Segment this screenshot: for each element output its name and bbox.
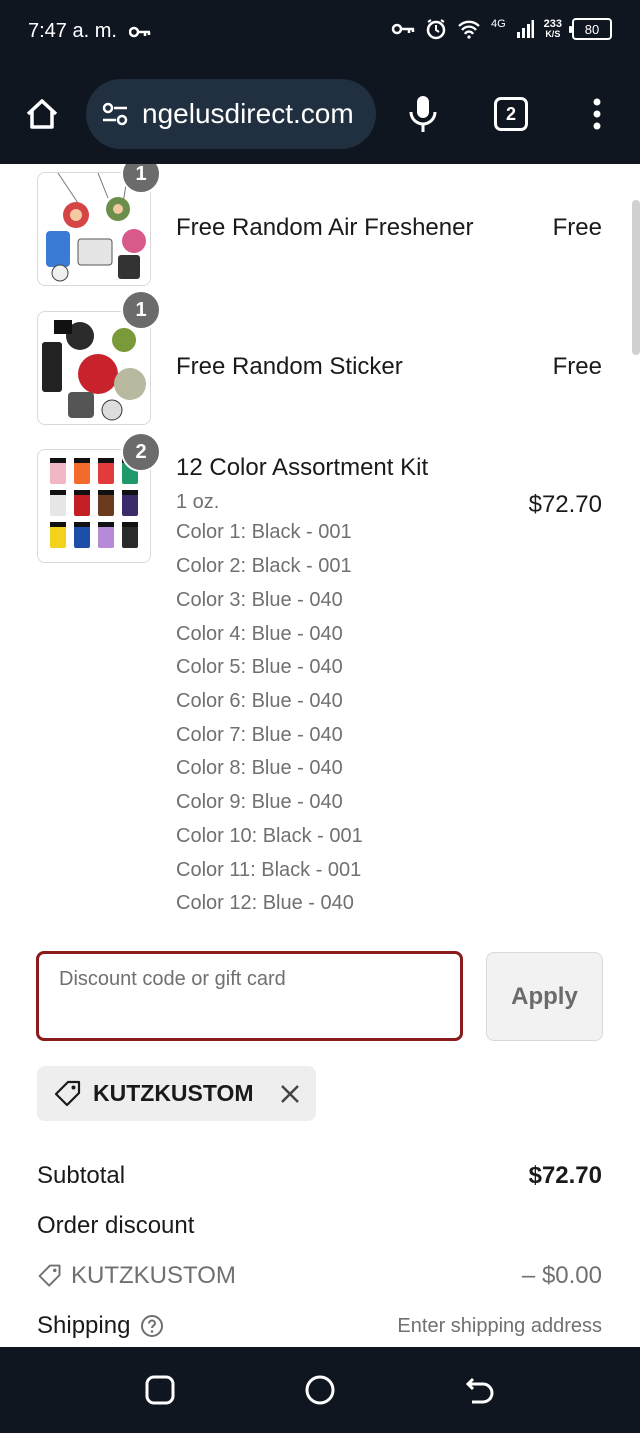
- quantity-badge: 1: [121, 290, 161, 330]
- item-size: 1 oz.: [176, 491, 220, 513]
- subtotal-value: $72.70: [528, 1162, 602, 1189]
- item-option: Color 1: Black - 001: [176, 521, 352, 543]
- shipping-row: Shipping: [37, 1312, 164, 1340]
- status-icons: 4G 233 K/S 80: [391, 18, 612, 40]
- subtotal-label: Subtotal: [37, 1162, 126, 1189]
- item-title: Free Random Air Freshener: [176, 214, 474, 241]
- scrollbar[interactable]: [632, 200, 640, 355]
- order-discount-label: Order discount: [37, 1212, 195, 1239]
- site-settings-icon[interactable]: [100, 99, 130, 129]
- tab-count: 2: [505, 103, 516, 124]
- back-icon[interactable]: [463, 1373, 497, 1407]
- quantity-value: 1: [135, 164, 147, 185]
- item-option: Color 6: Blue - 040: [176, 690, 343, 712]
- item-option: Color 4: Blue - 040: [176, 623, 343, 645]
- discount-code-row: KUTZKUSTOM: [37, 1262, 236, 1290]
- item-option: Color 3: Blue - 040: [176, 589, 343, 611]
- url-text[interactable]: ngelusdirect.com: [142, 98, 354, 130]
- item-title: 12 Color Assortment Kit: [176, 454, 429, 481]
- home-nav-icon[interactable]: [303, 1373, 337, 1407]
- item-price: Free: [552, 214, 602, 241]
- net-speed: 233 K/S: [543, 18, 562, 40]
- vpn-key-icon: [391, 23, 415, 35]
- network-type: 4G: [490, 18, 506, 30]
- item-title: Free Random Sticker: [176, 353, 403, 380]
- address-bar[interactable]: ngelusdirect.com: [86, 79, 376, 149]
- applied-code-label: KUTZKUSTOM: [93, 1080, 254, 1106]
- home-icon[interactable]: [22, 94, 62, 134]
- quantity-value: 1: [135, 298, 147, 321]
- net-speed-value: 233: [543, 18, 562, 30]
- net-speed-unit: K/S: [545, 29, 561, 39]
- discount-value: – $0.00: [521, 1262, 602, 1289]
- item-option: Color 10: Black - 001: [176, 825, 363, 847]
- apply-button[interactable]: Apply: [486, 952, 603, 1041]
- tag-icon: [54, 1080, 81, 1106]
- wifi-icon: [458, 20, 480, 39]
- item-option: Color 11: Black - 001: [176, 859, 362, 881]
- tag-icon: [38, 1264, 61, 1287]
- quantity-badge: 2: [121, 432, 161, 472]
- browser-toolbar: ngelusdirect.com 2: [0, 64, 640, 164]
- alarm-icon: [426, 19, 446, 40]
- item-price: Free: [552, 353, 602, 380]
- item-price: $72.70: [528, 491, 602, 518]
- signal-icon: [516, 20, 534, 38]
- item-option: Color 8: Blue - 040: [176, 757, 343, 779]
- apply-label: Apply: [511, 982, 578, 1010]
- status-time: 7:47 a. m.: [28, 20, 117, 42]
- status-bar: 7:47 a. m. 4G 233 K/S 80: [0, 0, 640, 64]
- overflow-menu-icon[interactable]: [585, 94, 609, 134]
- battery-level: 80: [584, 21, 600, 37]
- item-option: Color 12: Blue - 040: [176, 892, 354, 914]
- shipping-value: Enter shipping address: [397, 1315, 602, 1337]
- system-navigation-bar: [0, 1347, 640, 1433]
- remove-code-icon[interactable]: [278, 1082, 302, 1106]
- item-option: Color 7: Blue - 040: [176, 724, 343, 746]
- recents-icon[interactable]: [143, 1373, 177, 1407]
- discount-code-label: KUTZKUSTOM: [71, 1262, 236, 1289]
- key-icon: [128, 26, 151, 37]
- status-time-group: 7:47 a. m.: [28, 20, 151, 43]
- applied-code-chip: KUTZKUSTOM: [37, 1066, 316, 1121]
- help-icon[interactable]: [140, 1314, 164, 1338]
- battery-icon: 80: [569, 18, 612, 40]
- item-option: Color 9: Blue - 040: [176, 791, 343, 813]
- item-option: Color 2: Black - 001: [176, 555, 352, 577]
- checkout-page[interactable]: 1 Free Random Air Freshener Free 1 Free …: [0, 164, 640, 1347]
- item-option: Color 5: Blue - 040: [176, 656, 343, 678]
- shipping-label: Shipping: [37, 1312, 131, 1339]
- discount-field[interactable]: [36, 951, 463, 1041]
- discount-input[interactable]: [59, 968, 439, 991]
- tab-switcher-button[interactable]: 2: [494, 97, 528, 131]
- quantity-value: 2: [135, 440, 147, 463]
- microphone-icon[interactable]: [405, 94, 441, 134]
